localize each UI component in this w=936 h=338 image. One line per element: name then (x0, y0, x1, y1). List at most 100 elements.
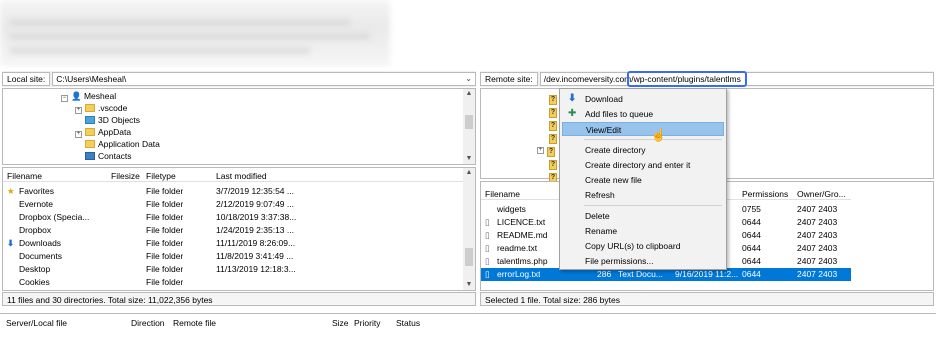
file-name: Dropbox (Specia... (19, 212, 90, 222)
3d-objects-icon (85, 116, 95, 124)
remote-status-bar: Selected 1 file. Total size: 286 bytes (480, 292, 934, 306)
tree-item[interactable]: 3D Objects (85, 114, 140, 126)
tree-item[interactable]: ? (549, 168, 557, 183)
menu-item-file-permissions[interactable]: File permissions... (562, 254, 724, 268)
menu-item-label: File permissions... (585, 256, 654, 266)
expand-icon[interactable]: + (537, 147, 544, 154)
local-site-label: Local site: (2, 72, 51, 86)
column-header-priority[interactable]: Priority (354, 318, 380, 328)
local-tree[interactable]: − 👤 Mesheal + .vscode 3D Objects + AppData … (2, 88, 476, 165)
file-name: errorLog.txt (497, 269, 541, 279)
message-log-line (10, 48, 310, 53)
local-list-scrollbar[interactable]: ▲ ▼ (463, 168, 475, 290)
message-log-line (10, 20, 350, 25)
table-row[interactable]: Dropbox File folder 1/24/2019 2:35:13 ..… (3, 224, 463, 237)
table-row[interactable]: Desktop File folder 11/13/2019 12:18:3..… (3, 263, 463, 276)
file-type: File folder (146, 225, 184, 235)
column-header-filetype[interactable]: Filetype (146, 170, 176, 182)
remote-path-prefix: /dev.incomeversity.com (543, 74, 632, 84)
folder-icon (85, 128, 95, 136)
column-header-status[interactable]: Status (396, 318, 420, 328)
folder-icon (85, 140, 95, 148)
hand-cursor-icon: ☝ (651, 128, 666, 142)
text-file-icon: ▯ (485, 217, 490, 227)
file-owner: 2407 2403 (797, 204, 838, 214)
scrollbar-thumb[interactable] (465, 248, 473, 266)
table-row[interactable]: Documents File folder 11/8/2019 3:41:49 … (3, 250, 463, 263)
file-name: Favorites (19, 186, 54, 196)
tree-item-label: Mesheal (83, 91, 117, 101)
tree-item[interactable]: Contacts (85, 150, 132, 162)
text-file-icon: ▯ (485, 243, 490, 253)
expand-icon[interactable]: + (75, 131, 82, 138)
remote-site-label: Remote site: (480, 72, 538, 86)
menu-item-rename[interactable]: Rename (562, 224, 724, 238)
table-row[interactable]: Dropbox (Specia... File folder 10/18/201… (3, 211, 463, 224)
menu-item-create-directory[interactable]: Create directory (562, 143, 724, 157)
menu-item-label: Download (585, 94, 623, 104)
expand-icon[interactable]: + (75, 107, 82, 114)
tree-item[interactable]: ? (549, 103, 557, 118)
tree-item[interactable]: ? (549, 90, 557, 105)
file-name: readme.txt (497, 243, 538, 253)
tree-item[interactable]: +? (537, 142, 555, 157)
file-permissions: 0644 (742, 256, 761, 266)
column-header-server-file[interactable]: Server/Local file (6, 318, 67, 328)
local-site-path-input[interactable]: C:\Users\Mesheal\ ⌄ (52, 72, 476, 86)
menu-item-download[interactable]: ⬇ Download (562, 92, 724, 106)
table-row[interactable]: ⬇ Downloads File folder 11/11/2019 8:26:… (3, 237, 463, 250)
file-type: File folder (146, 186, 184, 196)
menu-item-refresh[interactable]: Refresh (562, 188, 724, 202)
column-header-size[interactable]: Size (332, 318, 349, 328)
column-header-direction[interactable]: Direction (131, 318, 165, 328)
scroll-up-icon[interactable]: ▲ (463, 89, 475, 99)
tree-item[interactable]: ? (549, 116, 557, 131)
menu-item-label: Refresh (585, 190, 615, 200)
column-header-filesize[interactable]: Filesize (111, 170, 140, 182)
file-name: Desktop (19, 264, 51, 274)
menu-item-copy-url[interactable]: Copy URL(s) to clipboard (562, 239, 724, 253)
local-file-list[interactable]: Filename Filesize Filetype Last modified… (2, 167, 476, 291)
tree-item-label: 3D Objects (98, 115, 141, 125)
column-header-remote-file[interactable]: Remote file (173, 318, 216, 328)
collapse-icon[interactable]: − (61, 95, 68, 102)
table-row[interactable]: Cookies File folder (3, 276, 463, 289)
tree-item[interactable]: Application Data (85, 138, 160, 150)
download-icon: ⬇ (568, 93, 577, 104)
tree-item[interactable]: ? (549, 155, 557, 170)
file-owner: 2407 2403 (797, 230, 838, 240)
path-highlight-annotation (627, 71, 747, 87)
table-row[interactable]: Evernote File folder 2/12/2019 9:07:49 .… (3, 198, 463, 211)
message-log (0, 0, 936, 70)
file-owner: 2407 2403 (797, 269, 838, 279)
file-type: File folder (146, 264, 184, 274)
file-modified: 1/24/2019 2:35:13 ... (216, 225, 294, 235)
add-to-queue-icon: ✚ (568, 108, 577, 119)
menu-item-view-edit[interactable]: View/Edit (562, 122, 724, 136)
tree-item[interactable]: + AppData (75, 126, 131, 138)
file-name: Dropbox (19, 225, 52, 235)
column-header-filename[interactable]: Filename (485, 188, 520, 200)
menu-item-add-to-queue[interactable]: ✚ Add files to queue (562, 107, 724, 121)
menu-item-create-directory-enter[interactable]: Create directory and enter it (562, 158, 724, 172)
column-header-owner[interactable]: Owner/Gro... (797, 188, 846, 200)
menu-item-label: Rename (585, 226, 618, 236)
menu-separator (584, 205, 722, 206)
scrollbar-thumb[interactable] (465, 115, 473, 129)
chevron-down-icon[interactable]: ⌄ (465, 73, 472, 85)
scroll-down-icon[interactable]: ▼ (463, 154, 475, 164)
tree-item[interactable]: − 👤 Mesheal (61, 90, 116, 102)
menu-item-create-new-file[interactable]: Create new file (562, 173, 724, 187)
menu-item-delete[interactable]: Delete (562, 209, 724, 223)
menu-item-label: Add files to queue (585, 109, 654, 119)
scroll-down-icon[interactable]: ▼ (463, 280, 475, 290)
scroll-up-icon[interactable]: ▲ (463, 168, 475, 178)
table-row[interactable]: ★ Favorites File folder 3/7/2019 12:35:5… (3, 185, 463, 198)
tree-item[interactable]: + .vscode (75, 102, 127, 114)
column-header-permissions[interactable]: Permissions (742, 188, 788, 200)
tree-item[interactable]: ? (549, 129, 557, 144)
context-menu: ⬇ Download ✚ Add files to queue View/Edit … (559, 88, 727, 270)
column-header-filename[interactable]: Filename (7, 170, 42, 182)
local-tree-scrollbar[interactable]: ▲ ▼ (463, 89, 475, 164)
column-header-modified[interactable]: Last modified (216, 170, 267, 182)
